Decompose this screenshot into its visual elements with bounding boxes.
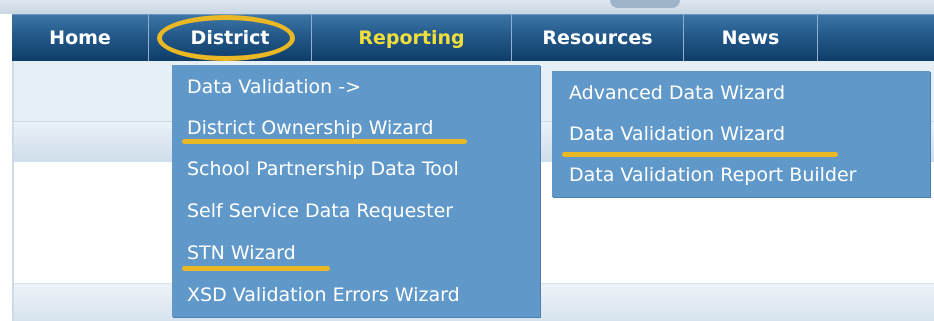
- nav-item-reporting[interactable]: Reporting: [312, 15, 512, 61]
- menu-item-label: Advanced Data Wizard: [569, 82, 786, 104]
- top-strip: [0, 0, 934, 14]
- menu-item-xsd-validation-errors-wizard[interactable]: XSD Validation Errors Wizard: [172, 275, 540, 315]
- divider: [12, 60, 14, 321]
- menu-item-label: Data Validation Report Builder: [569, 164, 857, 186]
- nav-item-resources[interactable]: Resources: [512, 15, 684, 61]
- menu-item-label: Data Validation Wizard: [569, 123, 786, 145]
- menu-item-label: Self Service Data Requester: [187, 200, 454, 222]
- menu-item-label: School Partnership Data Tool: [187, 158, 459, 180]
- nav-item-label: Home: [49, 27, 111, 49]
- submenu-item-data-validation-wizard[interactable]: Data Validation Wizard: [552, 114, 930, 154]
- menu-item-label: STN Wizard: [187, 242, 296, 264]
- nav-item-home[interactable]: Home: [12, 15, 149, 61]
- nav-item-label: District: [190, 27, 270, 49]
- menu-item-school-partnership-data-tool[interactable]: School Partnership Data Tool: [172, 149, 540, 189]
- data-validation-submenu: Advanced Data Wizard Data Validation Wiz…: [552, 71, 930, 197]
- menu-item-label: XSD Validation Errors Wizard: [187, 284, 460, 306]
- menu-item-district-ownership-wizard[interactable]: District Ownership Wizard: [172, 108, 540, 148]
- nav-item-label: News: [721, 27, 780, 49]
- submenu-item-advanced-data-wizard[interactable]: Advanced Data Wizard: [552, 73, 930, 113]
- menu-item-self-service-data-requester[interactable]: Self Service Data Requester: [172, 191, 540, 231]
- menu-item-data-validation[interactable]: Data Validation ->: [172, 67, 540, 107]
- menu-item-label: Data Validation ->: [187, 76, 362, 98]
- nav-item-label: Resources: [542, 27, 653, 49]
- nav-item-news[interactable]: News: [684, 15, 818, 61]
- nav-item-label: Reporting: [358, 27, 465, 49]
- district-dropdown-menu: Data Validation -> District Ownership Wi…: [172, 65, 540, 317]
- main-nav-bar: Home District Reporting Resources News: [12, 14, 934, 61]
- menu-item-stn-wizard[interactable]: STN Wizard: [172, 233, 540, 273]
- top-tab-hint: [610, 0, 680, 8]
- submenu-item-data-validation-report-builder[interactable]: Data Validation Report Builder: [552, 155, 930, 195]
- nav-item-district[interactable]: District: [149, 15, 312, 61]
- menu-item-label: District Ownership Wizard: [187, 117, 434, 139]
